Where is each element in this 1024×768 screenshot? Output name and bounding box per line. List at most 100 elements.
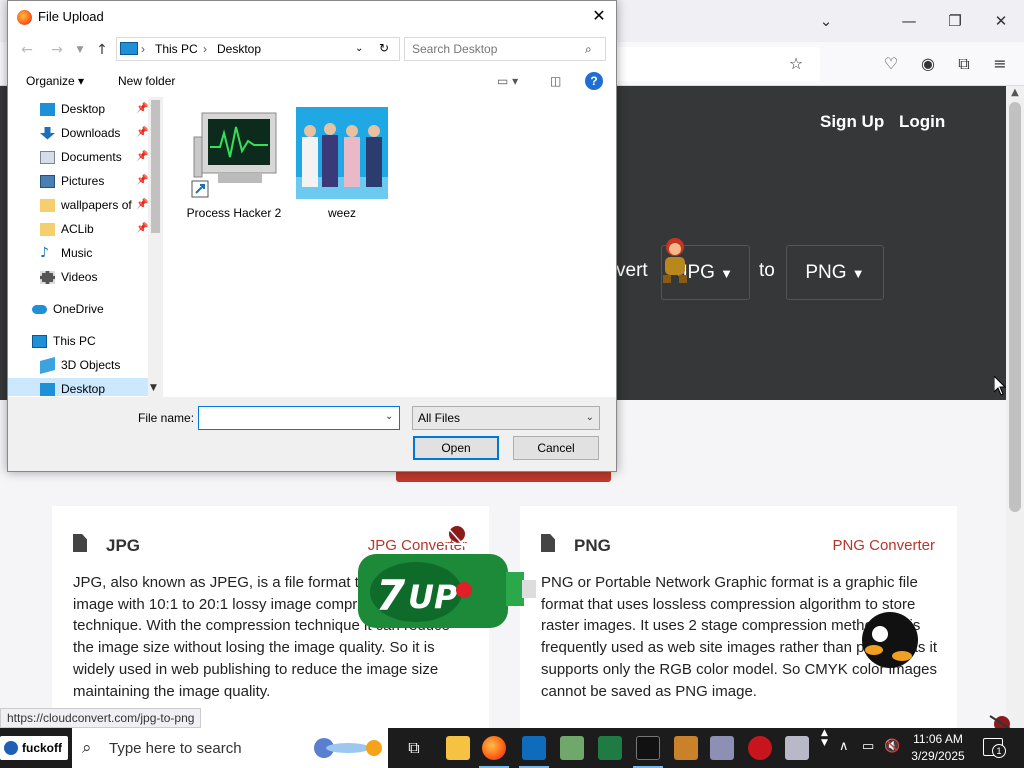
scroll-up-icon[interactable]: ▲	[1006, 86, 1024, 100]
breadcrumb-separator: ›	[203, 42, 207, 56]
pin-icon: 📌	[136, 151, 149, 162]
desktop-icon	[40, 102, 55, 116]
menu-icon[interactable]: ≡	[989, 53, 1011, 75]
back-arrow-icon[interactable]: ←	[17, 40, 37, 60]
nav-pane-scrollbar[interactable]: ▼	[148, 97, 163, 397]
cancel-button[interactable]: Cancel	[513, 436, 599, 460]
app-cube-icon[interactable]	[560, 736, 584, 760]
extensions-icon[interactable]: ⧉	[953, 53, 975, 75]
file-type-select[interactable]: All Files ⌄	[412, 406, 600, 430]
nav-item-documents[interactable]: Documents	[40, 146, 122, 168]
file-name-label: File name:	[138, 411, 195, 425]
nav-item-desktop[interactable]: Desktop	[40, 98, 105, 120]
sign-up-link[interactable]: Sign Up	[820, 112, 884, 132]
nav-item-wallpapers[interactable]: wallpapers of	[40, 194, 132, 216]
bug-sprite	[444, 526, 470, 549]
help-icon[interactable]: ?	[585, 72, 603, 90]
pin-icon: 📌	[136, 223, 149, 234]
file-item-weez[interactable]: weez	[292, 107, 392, 220]
organize-button[interactable]: Organize ▾	[26, 74, 84, 88]
pocket-icon[interactable]: ♡	[880, 53, 902, 75]
search-placeholder: Search Desktop	[412, 42, 498, 56]
system-clock[interactable]: 11:06 AM 3/29/2025	[907, 731, 969, 765]
address-row: ← → ▼ ↑ › This PC › Desktop ⌄ ↻ Search D…	[8, 37, 618, 63]
nav-item-this-pc[interactable]: This PC	[32, 330, 96, 352]
start-logo-icon	[4, 741, 18, 755]
taskbar: fuckoff ⌕ Type here to search ⧉ ▲ ▼ ∧ ▭ 🔇…	[0, 728, 1024, 768]
view-options-icon[interactable]: ▭ ▾	[497, 74, 518, 88]
file-name-input[interactable]	[198, 406, 400, 430]
png-converter-link[interactable]: PNG Converter	[832, 537, 935, 554]
firefox-icon[interactable]	[482, 736, 506, 760]
address-bar[interactable]: › This PC › Desktop ⌄ ↻	[116, 37, 400, 61]
login-link[interactable]: Login	[899, 112, 945, 132]
open-button[interactable]: Open	[413, 436, 499, 460]
hero-convert-text: vert	[616, 260, 648, 281]
dog-app-icon[interactable]	[710, 736, 734, 760]
nav-item-downloads[interactable]: Downloads	[40, 122, 120, 144]
mouse-cursor-icon	[994, 376, 1006, 396]
taskbar-scroll-icon[interactable]: ▲ ▼	[821, 728, 828, 748]
nav-item-label: OneDrive	[53, 302, 104, 316]
recent-locations-icon[interactable]: ▼	[70, 40, 90, 60]
videos-icon	[40, 270, 55, 284]
network-icon[interactable]: ▭	[862, 739, 874, 754]
minimize-button[interactable]: —	[895, 8, 923, 34]
task-view-icon[interactable]: ⧉	[402, 736, 426, 760]
scroll-thumb[interactable]	[1009, 102, 1021, 512]
navigation-pane: Desktop 📌 Downloads 📌 Documents 📌 Pictur…	[8, 97, 163, 397]
scroll-down-icon[interactable]: ▼	[150, 383, 157, 393]
game-app-icon[interactable]	[674, 736, 698, 760]
account-icon[interactable]: ◉	[917, 53, 939, 75]
search-desktop-input[interactable]: Search Desktop ⌕	[404, 37, 606, 61]
restore-button[interactable]: ❐	[941, 8, 969, 34]
app-icon[interactable]	[785, 736, 809, 760]
downloads-icon	[40, 126, 55, 140]
nav-item-videos[interactable]: Videos	[40, 266, 97, 288]
taskbar-search-box[interactable]: ⌕ Type here to search	[72, 728, 388, 768]
list-all-tabs-button[interactable]: ⌄	[812, 8, 840, 34]
chevron-down-icon: ⌄	[585, 412, 594, 423]
file-upload-dialog: File Upload ✕ ← → ▼ ↑ › This PC › Deskto…	[7, 0, 617, 472]
firefox-icon	[17, 10, 32, 25]
outlook-icon[interactable]	[522, 736, 546, 760]
volume-muted-icon[interactable]: 🔇	[884, 739, 900, 754]
excel-icon[interactable]	[598, 736, 622, 760]
up-arrow-icon[interactable]: ↑	[92, 40, 112, 60]
close-icon[interactable]: ✕	[588, 5, 610, 27]
nav-item-label: Music	[61, 246, 93, 260]
3d-objects-icon	[40, 356, 55, 374]
search-highlight-image	[314, 738, 382, 758]
chevron-down-icon[interactable]: ⌄	[355, 43, 363, 54]
chevron-down-icon[interactable]: ⌄	[385, 411, 393, 422]
breadcrumb-this-pc[interactable]: This PC	[155, 42, 198, 56]
nav-item-label: Desktop	[61, 382, 106, 396]
start-button[interactable]: fuckoff	[0, 736, 68, 760]
nav-scroll-thumb[interactable]	[151, 100, 160, 233]
nav-item-3d-objects[interactable]: 3D Objects	[40, 354, 120, 376]
this-pc-icon	[120, 42, 138, 55]
to-format-select[interactable]: PNG ▼	[786, 245, 884, 300]
nav-item-aclib[interactable]: ACLib	[40, 218, 94, 240]
refresh-icon[interactable]: ↻	[379, 41, 389, 55]
terminal-icon[interactable]	[636, 736, 660, 760]
star-icon[interactable]: ☆	[785, 53, 807, 75]
close-window-button[interactable]: ✕	[987, 8, 1015, 34]
page-scrollbar[interactable]: ▲	[1006, 86, 1024, 728]
svg-text:7: 7	[376, 571, 406, 620]
file-item-process-hacker[interactable]: Process Hacker 2	[184, 107, 284, 220]
file-explorer-icon[interactable]	[446, 736, 470, 760]
file-type-value: All Files	[418, 411, 461, 425]
breadcrumb-desktop[interactable]: Desktop	[217, 42, 261, 56]
nav-item-onedrive[interactable]: OneDrive	[32, 298, 104, 320]
nav-item-music[interactable]: ♪ Music	[40, 242, 92, 264]
nav-item-label: ACLib	[61, 222, 94, 236]
nav-item-pictures[interactable]: Pictures	[40, 170, 104, 192]
preview-pane-icon[interactable]: ◫	[550, 74, 561, 88]
dialog-toolbar: Organize ▾ New folder ▭ ▾ ◫ ?	[8, 69, 618, 95]
dialog-footer: File name: ⌄ All Files ⌄ Open Cancel	[8, 397, 616, 471]
red-app-icon[interactable]	[748, 736, 772, 760]
new-folder-button[interactable]: New folder	[118, 74, 175, 88]
show-hidden-icons-icon[interactable]: ∧	[839, 739, 849, 754]
forward-arrow-icon[interactable]: →	[47, 40, 67, 60]
